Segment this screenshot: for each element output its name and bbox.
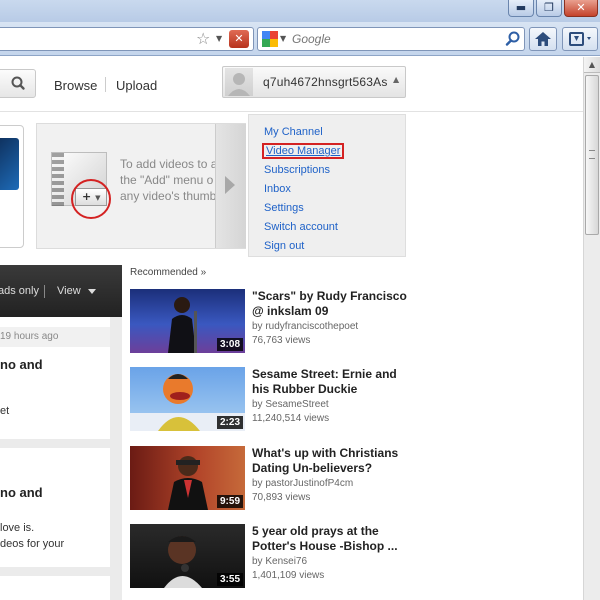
video-item[interactable]: 3:08 "Scars" by Rudy Francisco @ inkslam…	[130, 289, 420, 359]
account-button[interactable]: q7uh4672hnsgrt563As ▲	[222, 66, 406, 98]
video-duration: 3:08	[217, 338, 243, 351]
search-bar[interactable]: ▼ Google	[257, 27, 525, 51]
video-thumbnail[interactable]: 3:08	[130, 289, 245, 353]
maximize-button[interactable]: ❐	[536, 0, 562, 17]
account-dropdown-icon: ▲	[393, 75, 399, 84]
magnifier-icon[interactable]	[504, 30, 522, 48]
vertical-scrollbar[interactable]: ▲	[583, 57, 600, 600]
video-views: 76,763 views	[252, 335, 310, 346]
masthead: Browse Upload q7uh4672hnsgrt563As ▲	[0, 57, 583, 112]
search-placeholder: Google	[292, 32, 331, 46]
upload-link[interactable]: Upload	[116, 78, 157, 93]
home-button[interactable]	[529, 27, 557, 51]
video-thumbnail[interactable]: 9:59	[130, 446, 245, 510]
feed-text: deos for your	[0, 538, 64, 550]
video-duration: 3:55	[217, 573, 243, 586]
menu-video-manager[interactable]: Video Manager	[262, 143, 344, 159]
account-menu: My Channel Video Manager Subscriptions I…	[248, 114, 406, 257]
nav-separator	[105, 77, 106, 92]
browser-toolbar: ☆ ▼ ✕ ▼ Google	[0, 22, 600, 56]
add-videos-instructions: To add videos to a the "Add" menu o any …	[120, 156, 220, 204]
carousel-next-button[interactable]	[215, 124, 246, 248]
menu-subscriptions[interactable]: Subscriptions	[264, 164, 330, 176]
bookmarks-button[interactable]	[562, 27, 598, 51]
stop-icon[interactable]: ✕	[229, 30, 249, 48]
video-views: 11,240,514 views	[252, 413, 329, 424]
feed-item[interactable]	[0, 576, 110, 600]
video-views: 70,893 views	[252, 492, 310, 503]
username: q7uh4672hnsgrt563As	[263, 75, 388, 89]
add-videos-panel: + ▼ To add videos to a the "Add" menu o …	[36, 123, 246, 249]
menu-settings[interactable]: Settings	[264, 202, 304, 214]
history-dropdown-icon[interactable]: ▼	[216, 29, 226, 49]
video-item[interactable]: 2:23 Sesame Street: Ernie and his Rubber…	[130, 367, 420, 437]
feed-title[interactable]: no and	[0, 357, 43, 372]
feed-item[interactable]: 19 hours ago no and et	[0, 317, 110, 439]
window-titlebar: ▬ ❐ ✕	[0, 0, 600, 22]
video-title[interactable]: "Scars" by Rudy Francisco @ inkslam 09	[252, 289, 412, 319]
video-title[interactable]: What's up with Christians Dating Un-beli…	[252, 446, 412, 476]
feed-item[interactable]	[0, 448, 110, 477]
highlight-circle	[71, 179, 111, 219]
chevron-right-icon	[225, 176, 235, 194]
bookmarks-menu-icon	[563, 28, 597, 50]
video-duration: 9:59	[217, 495, 243, 508]
close-button[interactable]: ✕	[564, 0, 598, 17]
site-search-button[interactable]	[0, 69, 36, 98]
minimize-button[interactable]: ▬	[508, 0, 534, 17]
menu-switch-account[interactable]: Switch account	[264, 221, 338, 233]
feed-filter-bar: ads only View	[0, 265, 122, 317]
feed-text: love is.	[0, 522, 34, 534]
video-thumbnail[interactable]: 3:55	[130, 524, 245, 588]
feed-title[interactable]: no and	[0, 485, 43, 500]
channel-thumbnail	[0, 138, 19, 190]
browse-link[interactable]: Browse	[54, 78, 97, 93]
bookmark-star-icon[interactable]: ☆	[196, 29, 214, 49]
video-title[interactable]: Sesame Street: Ernie and his Rubber Duck…	[252, 367, 412, 397]
search-engine-dropdown-icon[interactable]: ▼	[280, 30, 286, 48]
feed-separator	[44, 285, 45, 298]
video-author[interactable]: by pastorJustinofP4cm	[252, 478, 353, 489]
menu-my-channel[interactable]: My Channel	[264, 126, 323, 138]
video-item[interactable]: 3:55 5 year old prays at the Potter's Ho…	[130, 524, 420, 594]
menu-inbox[interactable]: Inbox	[264, 183, 291, 195]
channel-card[interactable]	[0, 125, 24, 248]
google-icon[interactable]	[262, 31, 278, 47]
youtube-page: Browse Upload q7uh4672hnsgrt563As ▲ + ▼ …	[0, 57, 583, 600]
video-author[interactable]: by Kensei76	[252, 556, 307, 567]
feed-timestamp: 19 hours ago	[0, 327, 110, 347]
scroll-up-icon[interactable]: ▲	[584, 57, 600, 73]
feed-text: et	[0, 405, 9, 417]
feed-filter-label[interactable]: ads only	[0, 285, 39, 297]
feed-item[interactable]: no and love is. deos for your	[0, 477, 110, 567]
video-author[interactable]: by SesameStreet	[252, 399, 329, 410]
scrollbar-thumb[interactable]	[585, 75, 599, 235]
address-bar[interactable]: ☆ ▼ ✕	[0, 27, 254, 51]
view-menu-button[interactable]: View	[57, 285, 81, 297]
avatar	[225, 68, 253, 96]
video-views: 1,401,109 views	[252, 570, 324, 581]
activity-feed: 19 hours ago no and et no and love is. d…	[0, 317, 122, 600]
video-item[interactable]: 9:59 What's up with Christians Dating Un…	[130, 446, 420, 516]
home-icon	[530, 28, 556, 50]
view-dropdown-icon[interactable]	[88, 289, 96, 294]
search-icon	[0, 70, 37, 98]
menu-sign-out[interactable]: Sign out	[264, 240, 304, 252]
recommended-heading[interactable]: Recommended »	[130, 267, 206, 278]
video-thumbnail[interactable]: 2:23	[130, 367, 245, 431]
video-title[interactable]: 5 year old prays at the Potter's House -…	[252, 524, 412, 554]
video-author[interactable]: by rudyfranciscothepoet	[252, 321, 358, 332]
video-duration: 2:23	[217, 416, 243, 429]
